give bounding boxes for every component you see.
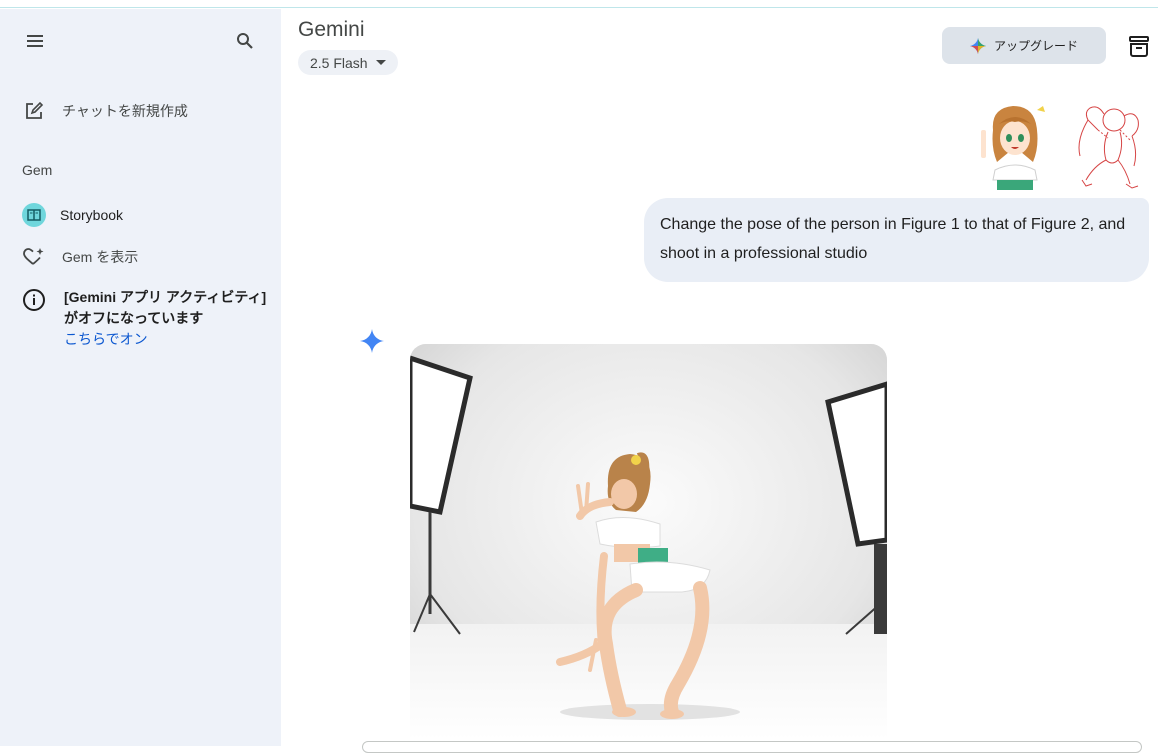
window-top-strip: [0, 0, 1158, 8]
edit-icon: [26, 101, 44, 119]
activity-notice: [Gemini アプリ アクティビティ] がオフになっています こちらでオン: [22, 287, 272, 350]
prompt-input-box[interactable]: [362, 741, 1142, 753]
heart-sparkle-icon: [23, 248, 44, 265]
user-message-bubble: Change the pose of the person in Figure …: [644, 198, 1149, 282]
app-title: Gemini: [298, 18, 365, 41]
search-icon: [237, 33, 253, 49]
activity-notice-text: [Gemini アプリ アクティビティ] がオフになっています: [64, 289, 267, 326]
book-icon: [22, 203, 46, 227]
upgrade-label: アップグレード: [993, 39, 1078, 53]
gemini-sparkle-icon: [969, 37, 986, 54]
search-button[interactable]: [233, 29, 257, 53]
new-chat-button[interactable]: チャットを新規作成: [24, 101, 188, 121]
menu-button[interactable]: [23, 29, 47, 53]
archive-button[interactable]: [1128, 34, 1150, 58]
gemini-response-icon: [358, 327, 386, 355]
generated-image[interactable]: [410, 344, 887, 740]
user-message-text: Change the pose of the person in Figure …: [660, 216, 1126, 262]
info-icon: [23, 289, 45, 311]
sidebar-item-label: Storybook: [60, 207, 124, 223]
model-selector[interactable]: 2.5 Flash: [298, 50, 398, 75]
activity-turn-on-link[interactable]: こちらでオン: [64, 329, 272, 350]
archive-icon: [1129, 36, 1149, 57]
hamburger-icon: [27, 35, 43, 47]
attached-image-figure-2[interactable]: [1068, 100, 1147, 193]
attached-image-figure-1[interactable]: [975, 100, 1054, 193]
sidebar: チャットを新規作成 Gem Storybook Gem を表示 [Gemini …: [0, 9, 281, 746]
upgrade-button[interactable]: アップグレード: [942, 27, 1106, 64]
attached-images: [975, 100, 1147, 193]
sidebar-item-show-gem[interactable]: Gem を表示: [22, 247, 138, 267]
sidebar-item-storybook[interactable]: Storybook: [22, 203, 123, 227]
caret-down-icon: [375, 60, 386, 65]
new-chat-label: チャットを新規作成: [62, 103, 188, 119]
sidebar-item-label: Gem を表示: [62, 249, 139, 265]
gem-section-heading: Gem: [22, 162, 53, 178]
model-label: 2.5 Flash: [310, 54, 368, 71]
